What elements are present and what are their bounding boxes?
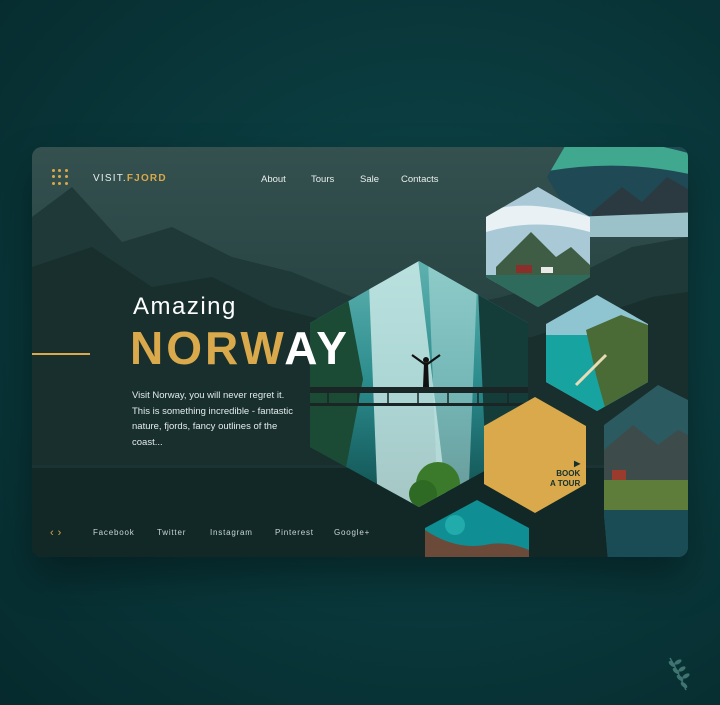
book-tour-hex[interactable] xyxy=(484,397,586,513)
pager-arrows: ‹› xyxy=(50,527,65,539)
nav-sale[interactable]: Sale xyxy=(360,174,379,185)
brand-highlight: FJORD xyxy=(126,173,167,184)
accent-divider xyxy=(32,353,90,355)
laurel-icon xyxy=(668,657,690,691)
social-facebook[interactable]: Facebook xyxy=(93,528,135,537)
lake-house-hex-image[interactable] xyxy=(598,385,688,557)
play-icon: ▶ xyxy=(574,459,581,468)
social-instagram[interactable]: Instagram xyxy=(210,528,253,537)
book-tour-button[interactable]: ▶ BOOK A TOUR xyxy=(550,459,580,489)
book-tour-line2: A TOUR xyxy=(550,479,581,488)
rocks-hex-image[interactable] xyxy=(425,500,529,557)
next-arrow-icon[interactable]: › xyxy=(58,527,66,539)
hero-subtitle: Amazing xyxy=(133,293,237,320)
hero-title-white: AY xyxy=(284,322,350,374)
nav-about[interactable]: About xyxy=(261,174,286,185)
nav-tours[interactable]: Tours xyxy=(311,174,334,185)
social-pinterest[interactable]: Pinterest xyxy=(275,528,314,537)
village-hex-image[interactable] xyxy=(486,187,590,307)
hero-description: Visit Norway, you will never regret it. … xyxy=(132,390,294,448)
hero-title-gold: NORW xyxy=(130,322,285,374)
nav-contacts[interactable]: Contacts xyxy=(401,174,439,185)
brand-logo[interactable]: VISIT.FJORD xyxy=(93,173,167,184)
hero-title: NORWAY xyxy=(130,325,350,371)
book-tour-line1: BOOK xyxy=(556,469,581,478)
prev-arrow-icon[interactable]: ‹ xyxy=(50,527,58,539)
hero-card: VISIT.FJORD About Tours Sale Contacts ▶ … xyxy=(32,147,688,557)
social-twitter[interactable]: Twitter xyxy=(157,528,186,537)
menu-grid-icon[interactable] xyxy=(52,169,68,185)
social-google-plus[interactable]: Google+ xyxy=(334,528,370,537)
brand-prefix: VISIT. xyxy=(93,173,127,184)
